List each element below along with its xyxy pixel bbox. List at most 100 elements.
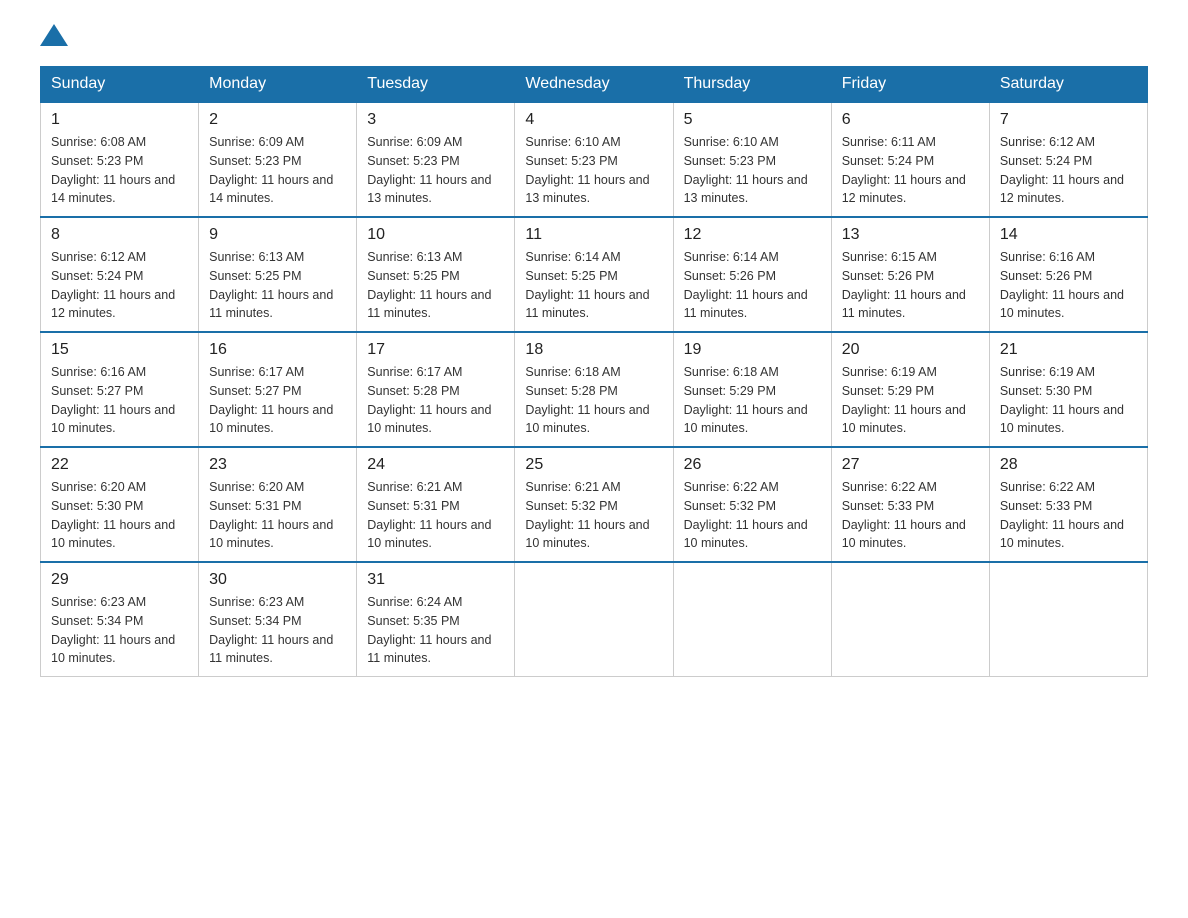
day-number: 12 [684,226,821,244]
day-number: 13 [842,226,979,244]
calendar-cell: 28 Sunrise: 6:22 AMSunset: 5:33 PMDayligh… [989,447,1147,562]
calendar-cell: 19 Sunrise: 6:18 AMSunset: 5:29 PMDayligh… [673,332,831,447]
day-number: 21 [1000,341,1137,359]
day-info: Sunrise: 6:16 AMSunset: 5:27 PMDaylight:… [51,363,188,438]
day-info: Sunrise: 6:18 AMSunset: 5:28 PMDaylight:… [525,363,662,438]
column-header-sunday: Sunday [41,67,199,103]
calendar-cell: 12 Sunrise: 6:14 AMSunset: 5:26 PMDayligh… [673,217,831,332]
day-info: Sunrise: 6:19 AMSunset: 5:29 PMDaylight:… [842,363,979,438]
day-info: Sunrise: 6:09 AMSunset: 5:23 PMDaylight:… [367,133,504,208]
day-info: Sunrise: 6:22 AMSunset: 5:33 PMDaylight:… [842,478,979,553]
calendar-week-row: 15 Sunrise: 6:16 AMSunset: 5:27 PMDayligh… [41,332,1148,447]
calendar-week-row: 8Sunrise: 6:12 AMSunset: 5:24 PMDaylight… [41,217,1148,332]
day-number: 15 [51,341,188,359]
day-number: 10 [367,226,504,244]
calendar-cell: 30Sunrise: 6:23 AMSunset: 5:34 PMDayligh… [199,562,357,677]
day-number: 31 [367,571,504,589]
day-info: Sunrise: 6:09 AMSunset: 5:23 PMDaylight:… [209,133,346,208]
calendar-cell: 11 Sunrise: 6:14 AMSunset: 5:25 PMDayligh… [515,217,673,332]
column-header-wednesday: Wednesday [515,67,673,103]
day-number: 2 [209,111,346,129]
day-number: 28 [1000,456,1137,474]
calendar-cell: 26 Sunrise: 6:22 AMSunset: 5:32 PMDayligh… [673,447,831,562]
day-number: 5 [684,111,821,129]
calendar-cell: 31 Sunrise: 6:24 AMSunset: 5:35 PMDayligh… [357,562,515,677]
day-info: Sunrise: 6:18 AMSunset: 5:29 PMDaylight:… [684,363,821,438]
day-number: 4 [525,111,662,129]
logo-triangle-icon [40,24,68,46]
calendar-week-row: 1 Sunrise: 6:08 AMSunset: 5:23 PMDaylight… [41,102,1148,217]
calendar-cell: 23Sunrise: 6:20 AMSunset: 5:31 PMDayligh… [199,447,357,562]
calendar-cell: 17 Sunrise: 6:17 AMSunset: 5:28 PMDayligh… [357,332,515,447]
day-info: Sunrise: 6:13 AMSunset: 5:25 PMDaylight:… [367,248,504,323]
column-header-friday: Friday [831,67,989,103]
calendar-cell: 22 Sunrise: 6:20 AMSunset: 5:30 PMDayligh… [41,447,199,562]
day-number: 7 [1000,111,1137,129]
column-header-saturday: Saturday [989,67,1147,103]
day-number: 23 [209,456,346,474]
day-info: Sunrise: 6:19 AMSunset: 5:30 PMDaylight:… [1000,363,1137,438]
calendar-cell: 3 Sunrise: 6:09 AMSunset: 5:23 PMDaylight… [357,102,515,217]
day-number: 24 [367,456,504,474]
column-header-thursday: Thursday [673,67,831,103]
calendar-cell: 7 Sunrise: 6:12 AMSunset: 5:24 PMDaylight… [989,102,1147,217]
day-number: 18 [525,341,662,359]
column-header-monday: Monday [199,67,357,103]
calendar-cell: 4 Sunrise: 6:10 AMSunset: 5:23 PMDaylight… [515,102,673,217]
calendar-cell [673,562,831,677]
day-number: 1 [51,111,188,129]
day-info: Sunrise: 6:21 AMSunset: 5:32 PMDaylight:… [525,478,662,553]
calendar-week-row: 22 Sunrise: 6:20 AMSunset: 5:30 PMDayligh… [41,447,1148,562]
calendar-cell: 8Sunrise: 6:12 AMSunset: 5:24 PMDaylight… [41,217,199,332]
day-info: Sunrise: 6:15 AMSunset: 5:26 PMDaylight:… [842,248,979,323]
day-info: Sunrise: 6:22 AMSunset: 5:33 PMDaylight:… [1000,478,1137,553]
day-number: 3 [367,111,504,129]
calendar-cell: 24 Sunrise: 6:21 AMSunset: 5:31 PMDayligh… [357,447,515,562]
day-info: Sunrise: 6:23 AMSunset: 5:34 PMDaylight:… [51,593,188,668]
day-info: Sunrise: 6:14 AMSunset: 5:26 PMDaylight:… [684,248,821,323]
day-info: Sunrise: 6:08 AMSunset: 5:23 PMDaylight:… [51,133,188,208]
day-info: Sunrise: 6:10 AMSunset: 5:23 PMDaylight:… [684,133,821,208]
day-number: 29 [51,571,188,589]
calendar-cell: 6 Sunrise: 6:11 AMSunset: 5:24 PMDaylight… [831,102,989,217]
column-header-tuesday: Tuesday [357,67,515,103]
day-number: 19 [684,341,821,359]
day-info: Sunrise: 6:12 AMSunset: 5:24 PMDaylight:… [1000,133,1137,208]
calendar-cell: 25 Sunrise: 6:21 AMSunset: 5:32 PMDayligh… [515,447,673,562]
calendar-cell: 13 Sunrise: 6:15 AMSunset: 5:26 PMDayligh… [831,217,989,332]
logo [40,30,68,46]
day-number: 8 [51,226,188,244]
day-number: 16 [209,341,346,359]
day-number: 22 [51,456,188,474]
day-info: Sunrise: 6:14 AMSunset: 5:25 PMDaylight:… [525,248,662,323]
day-info: Sunrise: 6:24 AMSunset: 5:35 PMDaylight:… [367,593,504,668]
day-number: 26 [684,456,821,474]
calendar-cell [989,562,1147,677]
day-number: 20 [842,341,979,359]
day-number: 25 [525,456,662,474]
day-info: Sunrise: 6:11 AMSunset: 5:24 PMDaylight:… [842,133,979,208]
calendar-cell [831,562,989,677]
day-info: Sunrise: 6:21 AMSunset: 5:31 PMDaylight:… [367,478,504,553]
day-number: 27 [842,456,979,474]
day-info: Sunrise: 6:17 AMSunset: 5:28 PMDaylight:… [367,363,504,438]
day-number: 6 [842,111,979,129]
day-info: Sunrise: 6:22 AMSunset: 5:32 PMDaylight:… [684,478,821,553]
day-info: Sunrise: 6:10 AMSunset: 5:23 PMDaylight:… [525,133,662,208]
day-number: 17 [367,341,504,359]
day-number: 11 [525,226,662,244]
calendar-cell: 21 Sunrise: 6:19 AMSunset: 5:30 PMDayligh… [989,332,1147,447]
calendar-week-row: 29 Sunrise: 6:23 AMSunset: 5:34 PMDayligh… [41,562,1148,677]
calendar-cell: 16 Sunrise: 6:17 AMSunset: 5:27 PMDayligh… [199,332,357,447]
calendar-cell: 14Sunrise: 6:16 AMSunset: 5:26 PMDayligh… [989,217,1147,332]
calendar-cell: 1 Sunrise: 6:08 AMSunset: 5:23 PMDaylight… [41,102,199,217]
day-info: Sunrise: 6:23 AMSunset: 5:34 PMDaylight:… [209,593,346,668]
day-info: Sunrise: 6:17 AMSunset: 5:27 PMDaylight:… [209,363,346,438]
day-info: Sunrise: 6:13 AMSunset: 5:25 PMDaylight:… [209,248,346,323]
calendar-table: SundayMondayTuesdayWednesdayThursdayFrid… [40,66,1148,677]
day-info: Sunrise: 6:16 AMSunset: 5:26 PMDaylight:… [1000,248,1137,323]
day-info: Sunrise: 6:20 AMSunset: 5:30 PMDaylight:… [51,478,188,553]
calendar-header-row: SundayMondayTuesdayWednesdayThursdayFrid… [41,67,1148,103]
calendar-cell: 29 Sunrise: 6:23 AMSunset: 5:34 PMDayligh… [41,562,199,677]
day-number: 9 [209,226,346,244]
